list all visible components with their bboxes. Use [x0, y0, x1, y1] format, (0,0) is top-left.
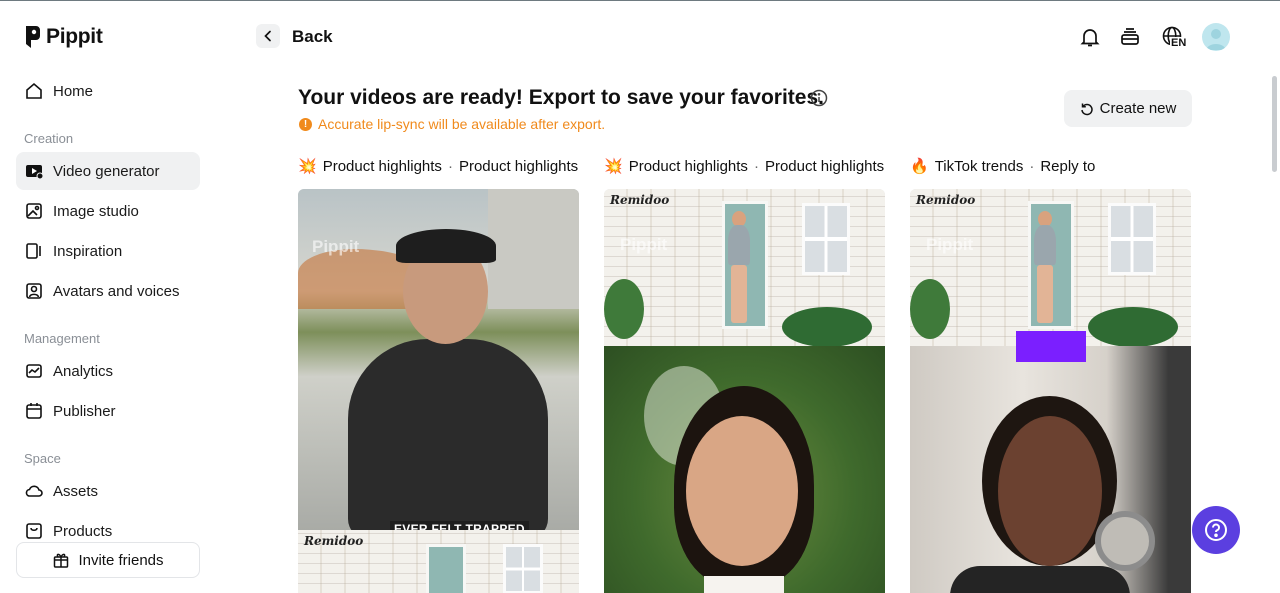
video-card-category: TikTok trends: [934, 157, 1024, 175]
lipsync-notice: ! Accurate lip-sync will be available af…: [299, 116, 605, 132]
sidebar-item-label: Products: [53, 522, 113, 540]
sidebar-item-home[interactable]: Home: [16, 72, 200, 110]
chevron-left-icon: [264, 30, 271, 42]
sidebar-item-label: Avatars and voices: [53, 282, 180, 300]
language-button[interactable]: EN: [1158, 24, 1188, 50]
refresh-icon: [1080, 103, 1093, 115]
video-thumbnail: Remidoo Pippit: [604, 189, 885, 346]
video-card-category: Product highlights: [628, 157, 748, 175]
video-thumbnail: Remidoo Pippit: [910, 189, 1191, 346]
image-studio-icon: [26, 203, 42, 219]
watermark-text: Pippit: [620, 235, 668, 254]
warning-icon: !: [299, 117, 312, 131]
sidebar-item-label: Analytics: [53, 362, 114, 380]
sidebar-item-analytics[interactable]: Analytics: [16, 352, 200, 390]
bell-icon: [1080, 29, 1100, 47]
gift-icon: [54, 553, 69, 568]
help-button[interactable]: [1192, 506, 1240, 554]
sidebar-item-label: Publisher: [53, 402, 116, 420]
brand-name: Pippit: [46, 25, 103, 48]
lipsync-notice-text: Accurate lip-sync will be available afte…: [318, 116, 606, 132]
calendar-icon: [26, 403, 42, 419]
brand-tag: Remidoo: [916, 193, 976, 207]
video-card-category: Product highlights: [322, 157, 442, 175]
inspiration-icon: [26, 243, 41, 259]
sidebar-item-avatars-and-voices[interactable]: Avatars and voices: [16, 272, 200, 310]
sidebar-item-assets[interactable]: Assets: [16, 472, 200, 510]
sidebar-item-label: Assets: [53, 482, 99, 500]
video-card[interactable]: Remidoo Pippit: [910, 189, 1191, 593]
video-card-title: 🔥 TikTok trends · Reply to: [910, 157, 1096, 176]
brand-tag: Remidoo: [304, 534, 364, 548]
video-card-subtitle: Product highlights: [458, 157, 579, 175]
avatar-voice-icon: [26, 283, 42, 299]
watermark-text: Pippit: [926, 235, 974, 254]
title-separator: ·: [1029, 157, 1035, 175]
video-thumbnail: Pippit EVER FELT TRAPPED: [298, 189, 579, 530]
fire-emoji-icon: 🔥: [910, 158, 929, 175]
analytics-icon: [26, 364, 42, 378]
title-separator: ·: [447, 157, 453, 175]
brand-tag: Remidoo: [610, 193, 670, 207]
video-thumbnail: [910, 346, 1191, 593]
stack-icon: [1121, 28, 1139, 45]
notifications-button[interactable]: [1077, 24, 1103, 50]
sidebar-item-inspiration[interactable]: Inspiration: [16, 232, 200, 270]
video-card-subtitle: Reply to: [1040, 157, 1096, 175]
language-badge: EN: [1170, 37, 1188, 49]
video-generator-icon: [26, 165, 44, 180]
back-button[interactable]: [256, 24, 280, 48]
user-avatar-icon: [1206, 29, 1226, 50]
section-label-creation: Creation: [24, 131, 74, 146]
invite-friends-label: Invite friends: [78, 551, 164, 569]
brand-logo[interactable]: Pippit: [24, 25, 103, 49]
create-new-button[interactable]: Create new: [1064, 90, 1192, 127]
cloud-icon: [25, 485, 43, 497]
info-icon[interactable]: [810, 89, 828, 107]
page-title: Your videos are ready! Export to save yo…: [298, 86, 824, 109]
video-card[interactable]: Remidoo Pippit: [604, 189, 885, 593]
sidebar-item-label: Video generator: [53, 162, 160, 180]
sidebar-item-publisher[interactable]: Publisher: [16, 392, 200, 430]
pippit-logo-icon: [26, 26, 40, 48]
highlight-block: [1016, 331, 1086, 362]
invite-friends-button[interactable]: Invite friends: [16, 542, 200, 578]
back-link[interactable]: Back: [292, 27, 333, 47]
section-label-management: Management: [24, 331, 100, 346]
sidebar-item-image-studio[interactable]: Image studio: [16, 192, 200, 230]
product-highlights-emoji-icon: 💥: [604, 158, 623, 175]
video-thumbnail: [604, 346, 885, 593]
watermark-text: Pippit: [312, 237, 360, 256]
create-new-label: Create new: [1099, 100, 1177, 117]
sidebar-item-label: Home: [53, 82, 94, 100]
window-top-border: [0, 0, 1280, 1]
question-icon: [1205, 519, 1227, 541]
video-card-title: 💥 Product highlights · Product highlights: [298, 157, 579, 176]
sidebar-item-label: Inspiration: [53, 242, 123, 260]
credits-button[interactable]: [1117, 24, 1143, 50]
video-caption: EVER FELT TRAPPED: [390, 521, 529, 530]
product-highlights-emoji-icon: 💥: [298, 158, 317, 175]
sidebar-item-label: Image studio: [53, 202, 139, 220]
video-card-title: 💥 Product highlights · Product highlights: [604, 157, 885, 176]
section-label-space: Space: [24, 451, 61, 466]
video-card[interactable]: Pippit EVER FELT TRAPPED Remidoo: [298, 189, 579, 593]
title-separator: ·: [753, 157, 759, 175]
video-card-subtitle: Product highlights: [764, 157, 885, 175]
products-icon: [26, 523, 42, 539]
user-avatar[interactable]: [1202, 23, 1230, 51]
sidebar-item-video-generator[interactable]: Video generator: [16, 152, 200, 190]
home-icon: [26, 82, 42, 99]
video-thumbnail: Remidoo: [298, 530, 579, 593]
page-scrollbar[interactable]: [1272, 76, 1277, 172]
